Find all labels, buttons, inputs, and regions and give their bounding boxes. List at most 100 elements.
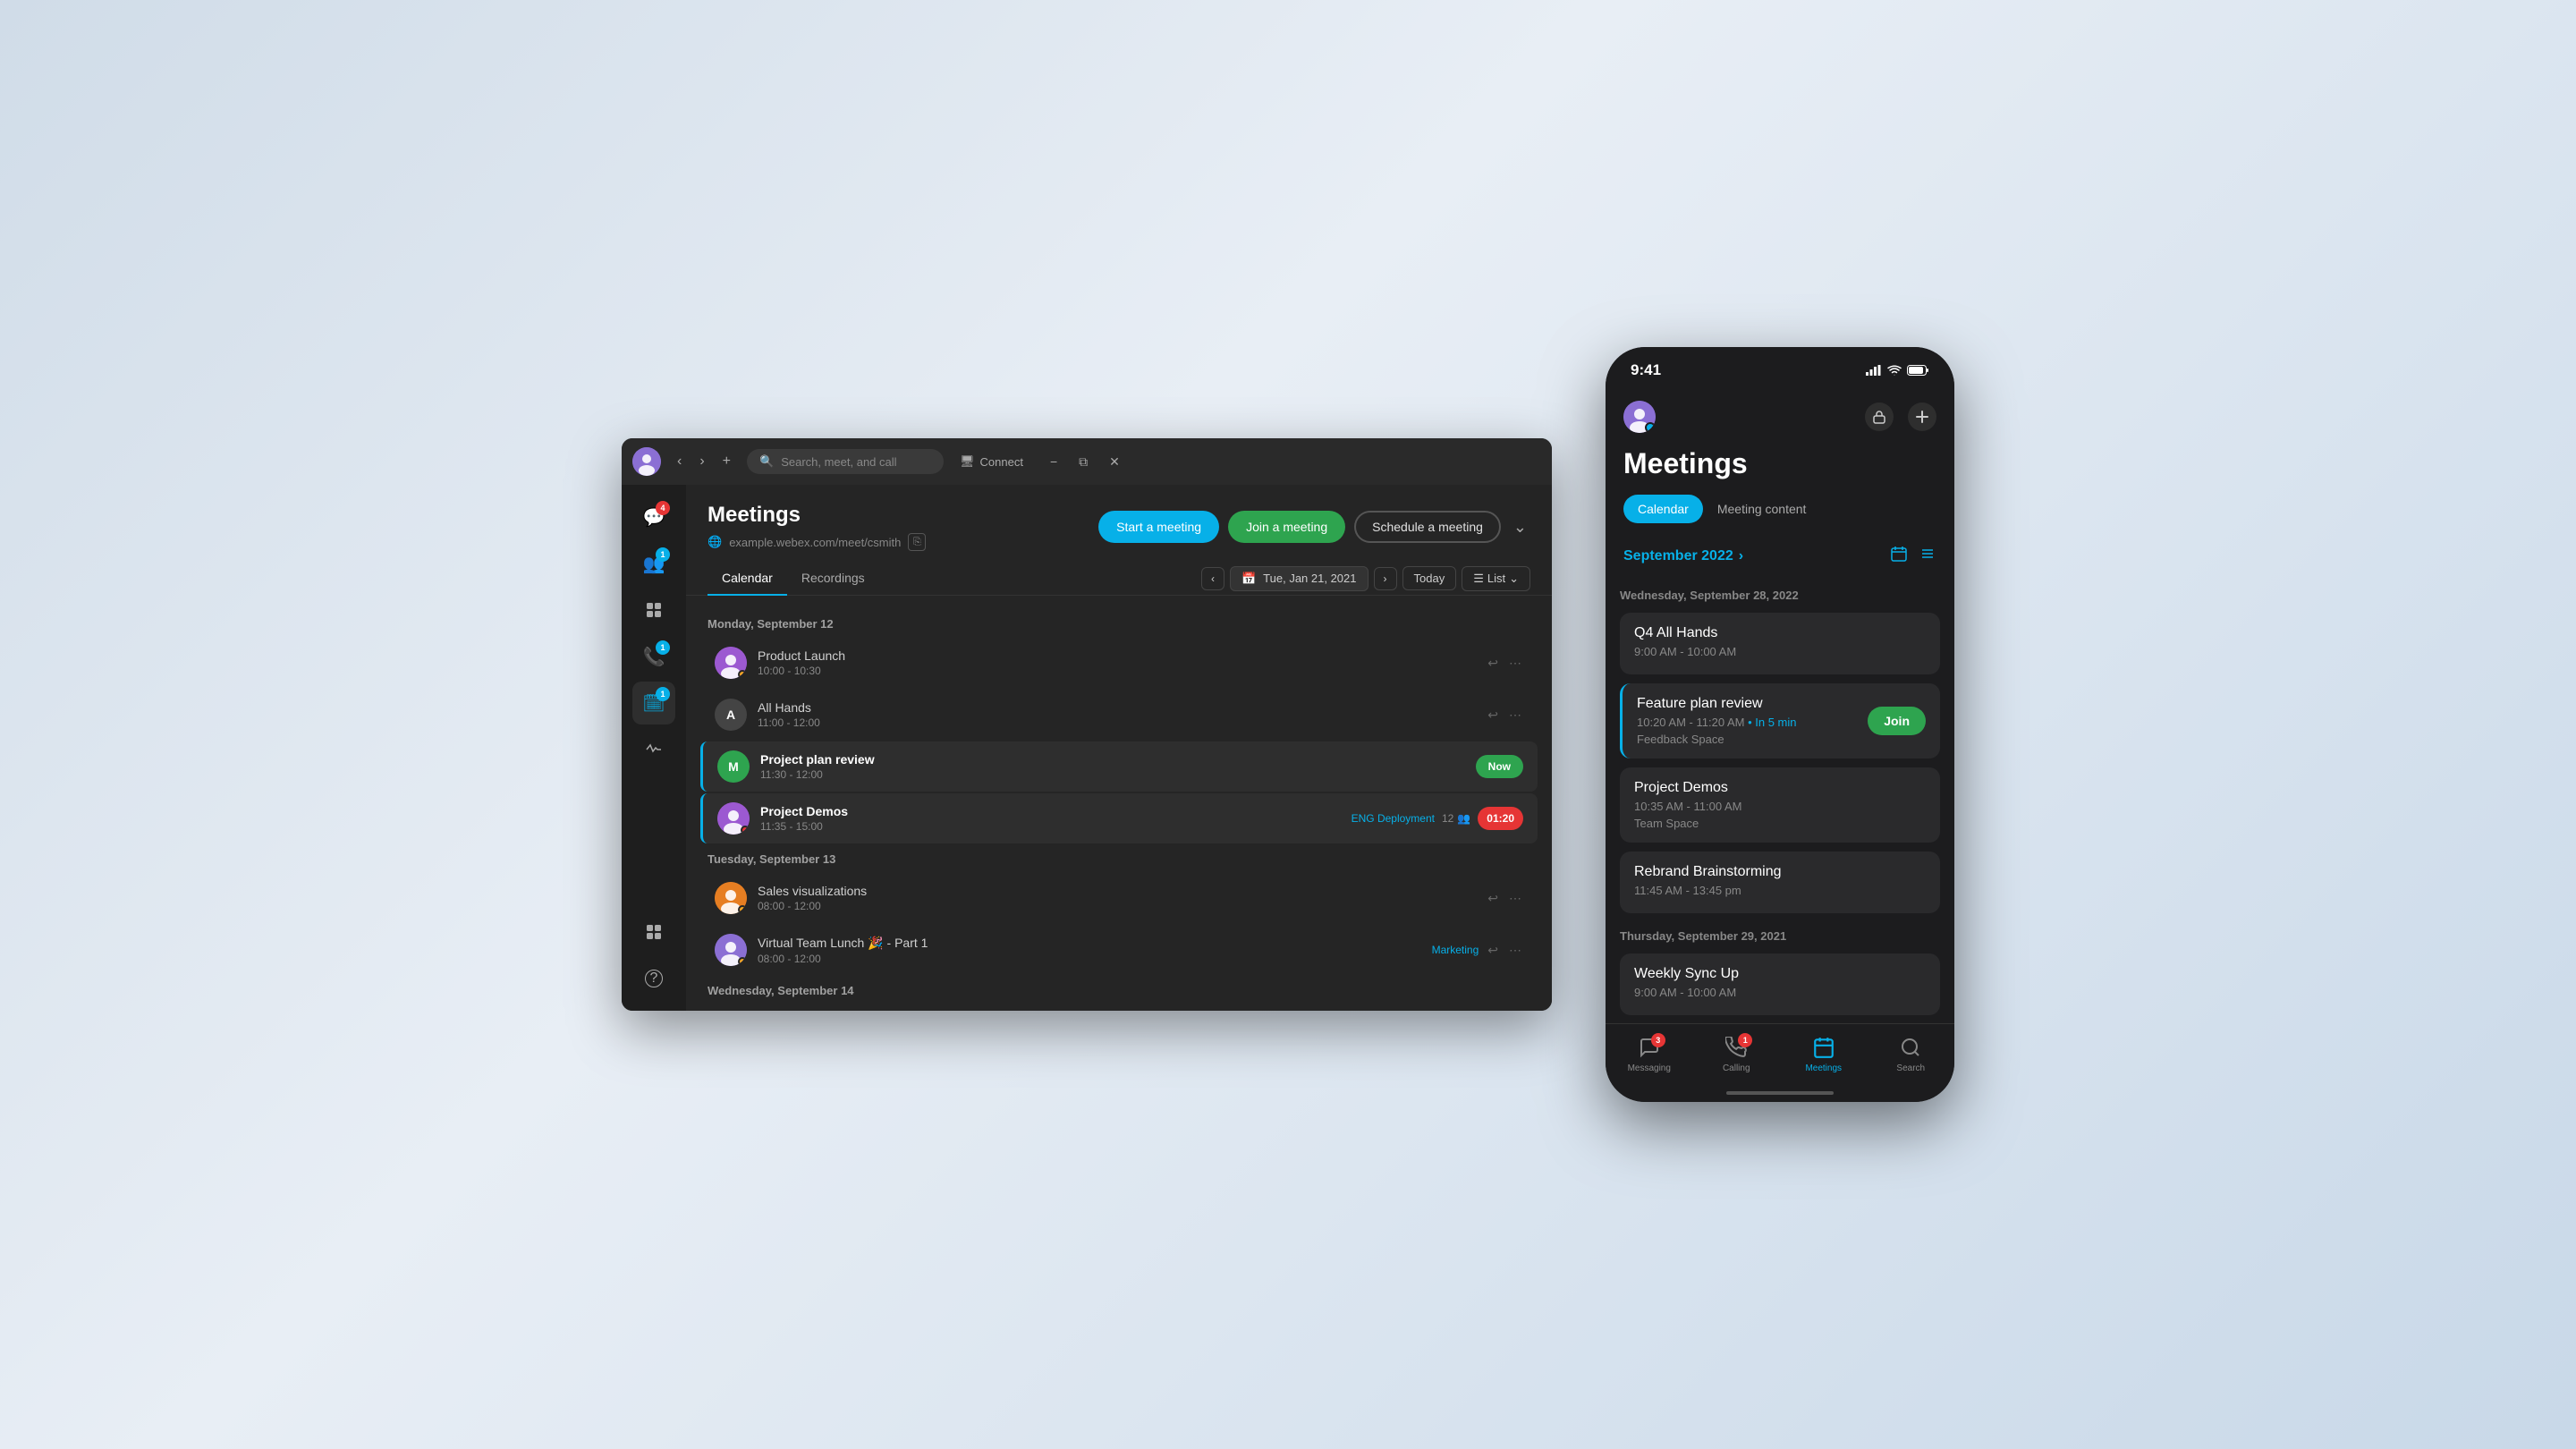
sidebar-item-grid[interactable] bbox=[632, 911, 675, 953]
table-row[interactable]: Project Demos 11:35 - 15:00 ENG Deployme… bbox=[700, 793, 1538, 843]
today-button[interactable]: Today bbox=[1402, 566, 1457, 590]
meeting-name: Q4 All Hands bbox=[1634, 625, 1926, 641]
help-icon: ? bbox=[645, 970, 663, 987]
meeting-tag[interactable]: Marketing bbox=[1432, 944, 1479, 956]
month-label: September 2022 bbox=[1623, 548, 1733, 564]
meeting-name: Rebrand Brainstorming bbox=[1634, 864, 1926, 880]
list-item[interactable]: Weekly Sync Up 9:00 AM - 10:00 AM bbox=[1620, 953, 1940, 1015]
meeting-name: Feature plan review bbox=[1637, 696, 1796, 712]
join-button[interactable]: Join bbox=[1868, 707, 1926, 735]
timer-button[interactable]: 01:20 bbox=[1478, 807, 1523, 830]
table-row[interactable]: Usability Metrics 09:00 - 10:00 ↩ ⋯ bbox=[700, 1004, 1538, 1011]
connect-btn[interactable]: 🖥 Connect bbox=[960, 454, 1023, 469]
sidebar-item-chat[interactable]: 💬 4 bbox=[632, 496, 675, 538]
mobile-user-avatar[interactable] bbox=[1623, 401, 1656, 433]
sidebar-item-apps[interactable] bbox=[632, 589, 675, 631]
list-icon: ☰ bbox=[1473, 572, 1484, 586]
tab-recordings[interactable]: Recordings bbox=[787, 562, 879, 596]
close-button[interactable]: ✕ bbox=[1102, 451, 1127, 473]
avatar: M bbox=[717, 750, 750, 783]
main-content: Meetings 🌐 example.webex.com/meet/csmith… bbox=[686, 485, 1552, 1011]
forward-icon[interactable]: ↩ bbox=[1486, 889, 1500, 908]
status-dot bbox=[738, 957, 747, 966]
sidebar-item-help[interactable]: ? bbox=[632, 957, 675, 1000]
calendar-view-icon[interactable] bbox=[1890, 545, 1908, 567]
day-header-tuesday: Tuesday, September 13 bbox=[693, 845, 1545, 871]
calling-badge: 1 bbox=[1738, 1033, 1752, 1047]
copy-url-button[interactable]: ⎘ bbox=[908, 533, 926, 551]
list-item[interactable]: Rebrand Brainstorming 11:45 AM - 13:45 p… bbox=[1620, 852, 1940, 913]
table-row[interactable]: Product Launch 10:00 - 10:30 ↩ ⋯ bbox=[700, 638, 1538, 688]
meetings-badge: 1 bbox=[656, 687, 670, 701]
nav-item-messaging[interactable]: 3 Messaging bbox=[1606, 1035, 1693, 1073]
sidebar-item-activity[interactable] bbox=[632, 728, 675, 771]
sidebar-item-meetings[interactable]: 🗓 1 bbox=[632, 682, 675, 724]
list-view-button[interactable]: ☰ List ⌄ bbox=[1462, 566, 1530, 591]
avatar: A bbox=[715, 699, 747, 731]
avatar bbox=[715, 647, 747, 679]
list-item[interactable]: Q4 All Hands 9:00 AM - 10:00 AM bbox=[1620, 613, 1940, 674]
schedule-meeting-button[interactable]: Schedule a meeting bbox=[1354, 511, 1501, 543]
nav-item-calling[interactable]: 1 Calling bbox=[1693, 1035, 1781, 1073]
meeting-name: Virtual Team Lunch 🎉 - Part 1 bbox=[758, 936, 1432, 951]
nav-back-button[interactable]: ‹ bbox=[670, 450, 689, 473]
meetings-url-row: 🌐 example.webex.com/meet/csmith ⎘ bbox=[708, 533, 926, 551]
sidebar-item-calls[interactable]: 📞 1 bbox=[632, 635, 675, 678]
connect-label: Connect bbox=[980, 455, 1023, 469]
table-row[interactable]: Virtual Team Lunch 🎉 - Part 1 08:00 - 12… bbox=[700, 925, 1538, 975]
activity-icon bbox=[645, 741, 663, 758]
date-next-button[interactable]: › bbox=[1374, 567, 1397, 590]
mobile-app: 9:41 bbox=[1606, 347, 1954, 1102]
active-status-dot bbox=[1645, 422, 1656, 433]
forward-icon[interactable]: ↩ bbox=[1486, 941, 1500, 960]
monitor-icon: 🖥 bbox=[960, 454, 975, 469]
maximize-button[interactable]: ⧉ bbox=[1072, 451, 1095, 473]
nav-add-button[interactable]: + bbox=[716, 450, 738, 473]
mobile-day-header: Wednesday, September 28, 2022 bbox=[1620, 581, 1940, 613]
meeting-tag[interactable]: ENG Deployment bbox=[1352, 812, 1435, 825]
list-item[interactable]: Project Demos 10:35 AM - 11:00 AM Team S… bbox=[1620, 767, 1940, 843]
calendar-list: Monday, September 12 Product Launch 10:0… bbox=[686, 596, 1552, 1011]
forward-icon[interactable]: ↩ bbox=[1486, 654, 1500, 673]
more-icon[interactable]: ⋯ bbox=[1507, 706, 1523, 724]
nav-item-search[interactable]: Search bbox=[1868, 1035, 1955, 1073]
list-view-icon[interactable] bbox=[1919, 545, 1936, 567]
meeting-name: Weekly Sync Up bbox=[1634, 966, 1926, 982]
more-icon[interactable]: ⋯ bbox=[1507, 654, 1523, 673]
more-icon[interactable]: ⋯ bbox=[1507, 889, 1523, 908]
sidebar-item-people[interactable]: 👥 1 bbox=[632, 542, 675, 585]
join-now-button[interactable]: Now bbox=[1476, 755, 1523, 778]
globe-icon: 🌐 bbox=[708, 535, 722, 549]
list-item[interactable]: Feature plan review 10:20 AM - 11:20 AM … bbox=[1620, 683, 1940, 758]
tab-calendar[interactable]: Calendar bbox=[1623, 495, 1703, 523]
month-view-icons bbox=[1890, 545, 1936, 567]
chat-badge: 4 bbox=[656, 501, 670, 515]
date-prev-button[interactable]: ‹ bbox=[1201, 567, 1224, 590]
more-options-button[interactable]: ⌄ bbox=[1510, 514, 1530, 540]
lock-icon-button[interactable] bbox=[1865, 402, 1894, 431]
table-row[interactable]: A All Hands 11:00 - 12:00 ↩ ⋯ bbox=[700, 690, 1538, 740]
meeting-name: Project Demos bbox=[760, 804, 1352, 818]
meetings-header: Meetings 🌐 example.webex.com/meet/csmith… bbox=[686, 485, 1552, 562]
nav-forward-button[interactable]: › bbox=[692, 450, 711, 473]
mobile-day-header: Thursday, September 29, 2021 bbox=[1620, 922, 1940, 953]
join-meeting-button[interactable]: Join a meeting bbox=[1228, 511, 1345, 543]
forward-icon[interactable]: ↩ bbox=[1486, 706, 1500, 724]
status-dot bbox=[738, 905, 747, 914]
minimize-button[interactable]: − bbox=[1043, 451, 1064, 473]
more-icon[interactable]: ⋯ bbox=[1507, 941, 1523, 960]
start-meeting-button[interactable]: Start a meeting bbox=[1098, 511, 1219, 543]
user-avatar[interactable] bbox=[632, 447, 661, 476]
month-title[interactable]: September 2022 › bbox=[1623, 548, 1743, 564]
nav-controls: ‹ › + bbox=[670, 450, 738, 473]
attendee-count: 12 👥 bbox=[1442, 812, 1470, 825]
table-row[interactable]: Sales visualizations 08:00 - 12:00 ↩ ⋯ bbox=[700, 873, 1538, 923]
meeting-actions: ↩ ⋯ bbox=[1486, 889, 1523, 908]
tab-calendar[interactable]: Calendar bbox=[708, 562, 787, 596]
add-icon-button[interactable] bbox=[1908, 402, 1936, 431]
table-row[interactable]: M Project plan review 11:30 - 12:00 Now bbox=[700, 741, 1538, 792]
meeting-time: 10:20 AM - 11:20 AM • In 5 min bbox=[1637, 716, 1796, 729]
search-bar[interactable]: 🔍 Search, meet, and call bbox=[747, 449, 944, 474]
tab-meeting-content[interactable]: Meeting content bbox=[1703, 495, 1821, 523]
nav-item-meetings[interactable]: Meetings bbox=[1780, 1035, 1868, 1073]
